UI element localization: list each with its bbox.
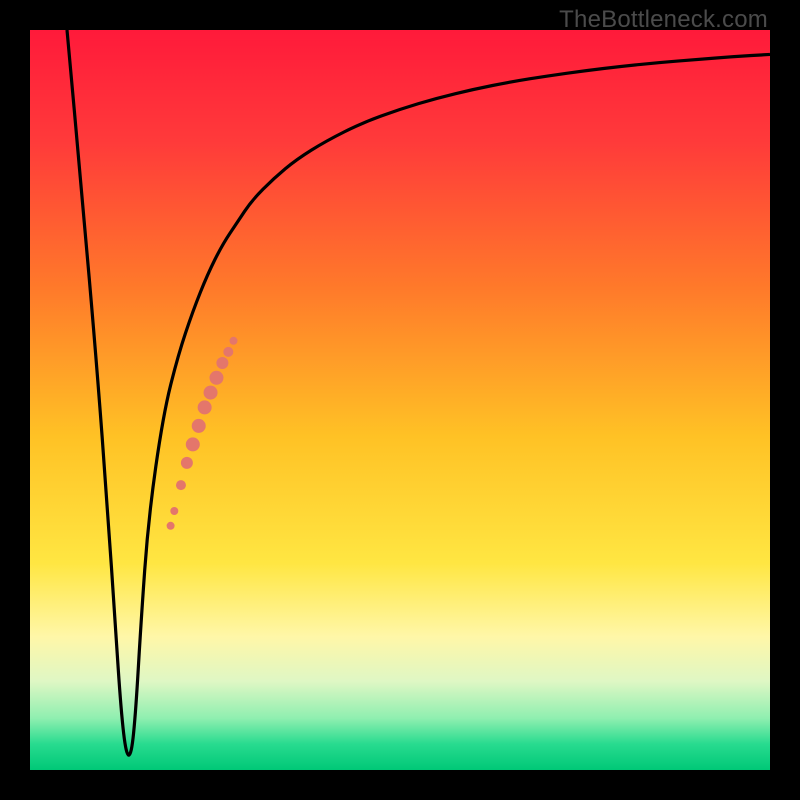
highlight-dot: [192, 419, 206, 433]
highlight-dot: [230, 337, 238, 345]
highlight-dot: [198, 400, 212, 414]
highlight-dot: [216, 357, 228, 369]
plot-frame: [30, 30, 770, 770]
highlight-dot: [209, 371, 223, 385]
highlight-dot: [167, 522, 175, 530]
highlight-dot: [170, 507, 178, 515]
highlight-dot: [223, 347, 233, 357]
highlight-dot: [181, 457, 193, 469]
highlight-dot: [204, 386, 218, 400]
highlight-dot: [186, 437, 200, 451]
highlight-dot: [176, 480, 186, 490]
chart-canvas: [30, 30, 770, 770]
watermark-text: TheBottleneck.com: [559, 6, 768, 34]
gradient-background: [30, 30, 770, 770]
